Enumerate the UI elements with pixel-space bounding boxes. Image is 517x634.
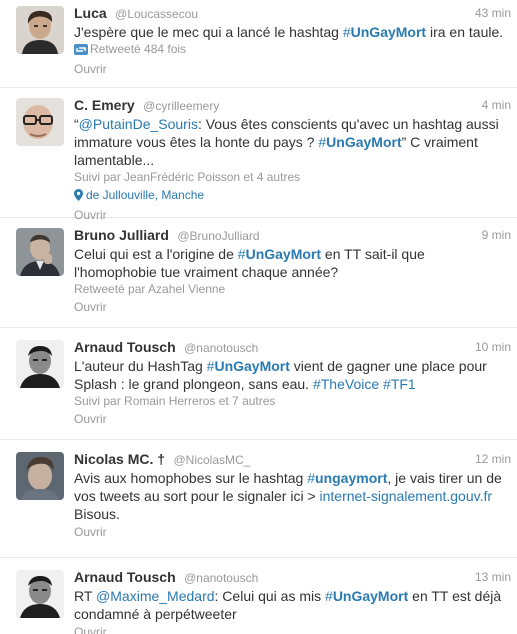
open-tweet-link[interactable]: Ouvrir — [74, 299, 511, 315]
tweet-item[interactable]: Luca @Loucassecou 43 min J'espère que le… — [0, 0, 517, 88]
author-username[interactable]: @Loucassecou — [115, 7, 198, 21]
tweet-text: J'espère que le mec qui a lancé le hasht… — [74, 23, 511, 41]
avatar-image — [16, 570, 64, 618]
text-segment: L'auteur du HashTag — [74, 358, 207, 374]
author-username[interactable]: @NicolasMC_ — [173, 453, 250, 467]
author-username[interactable]: @BrunoJulliard — [177, 229, 259, 243]
hashtag-link[interactable]: UnGayMort — [325, 588, 408, 604]
tweet-timestamp[interactable]: 12 min — [475, 450, 511, 468]
author-fullname[interactable]: Nicolas MC. † — [74, 451, 165, 467]
tweet-text: RT Maxime_Medard: Celui qui as mis UnGay… — [74, 587, 511, 623]
tweet-timestamp[interactable]: 9 min — [482, 226, 511, 244]
text-segment: Celui qui est a l'origine de — [74, 246, 238, 262]
text-segment: Bisous. — [74, 506, 120, 522]
text-segment: RT — [74, 588, 97, 604]
retweet-count: Retweeté 484 fois — [74, 41, 511, 60]
tweet-timestamp[interactable]: 10 min — [475, 338, 511, 356]
text-segment: ira en taule. — [426, 24, 504, 40]
tweet-timestamp[interactable]: 43 min — [475, 4, 511, 22]
retweeted-by[interactable]: Retweeté par Azahel Vienne — [74, 281, 511, 298]
tweet-item[interactable]: Arnaud Tousch @nanotousch 10 min L'auteu… — [0, 328, 517, 440]
tweet-text: Celui qui est a l'origine de UnGayMort e… — [74, 245, 511, 281]
hashtag-link[interactable]: UnGayMort — [318, 134, 401, 150]
tweet-timestamp[interactable]: 13 min — [475, 568, 511, 586]
open-tweet-link[interactable]: Ouvrir — [74, 411, 511, 427]
tweet-text: Avis aux homophobes sur le hashtag ungay… — [74, 469, 511, 523]
avatar[interactable] — [16, 452, 64, 500]
avatar[interactable] — [16, 228, 64, 276]
open-tweet-link[interactable]: Ouvrir — [74, 61, 511, 77]
open-tweet-link[interactable]: Ouvrir — [74, 524, 511, 540]
hashtag-link[interactable]: UnGayMort — [238, 246, 321, 262]
location-pin-icon — [74, 188, 83, 206]
tweet-text: L'auteur du HashTag UnGayMort vient de g… — [74, 357, 511, 393]
avatar[interactable] — [16, 98, 64, 146]
hashtag-link[interactable]: TF1 — [383, 376, 416, 392]
author-fullname[interactable]: C. Emery — [74, 97, 135, 113]
avatar[interactable] — [16, 340, 64, 388]
mention-link[interactable]: PutainDe_Souris — [79, 116, 198, 132]
open-tweet-link[interactable]: Ouvrir — [74, 624, 511, 634]
tweet-text: “PutainDe_Souris: Vous êtes conscients q… — [74, 115, 511, 169]
avatar-image — [16, 452, 64, 500]
external-link[interactable]: internet-signalement.gouv.fr — [320, 488, 493, 504]
followed-by[interactable]: Suivi par JeanFrédéric Poisson et 4 autr… — [74, 169, 511, 186]
retweet-icon — [74, 43, 88, 60]
text-segment: J'espère que le mec qui a lancé le hasht… — [74, 24, 343, 40]
avatar[interactable] — [16, 6, 64, 54]
tweet-item[interactable]: Bruno Julliard @BrunoJulliard 9 min Celu… — [0, 218, 517, 328]
avatar-image — [16, 98, 64, 146]
tweet-item[interactable]: Nicolas MC. † @NicolasMC_ 12 min Avis au… — [0, 440, 517, 558]
author-username[interactable]: @nanotousch — [184, 341, 258, 355]
location-label[interactable]: de Jullouville, Manche — [86, 188, 204, 202]
author-fullname[interactable]: Arnaud Tousch — [74, 569, 176, 585]
author-username[interactable]: @nanotousch — [184, 571, 258, 585]
hashtag-link[interactable]: UnGayMort — [343, 24, 426, 40]
tweet-item[interactable]: Arnaud Tousch @nanotousch 13 min RT Maxi… — [0, 558, 517, 634]
hashtag-link[interactable]: ungaymort — [307, 470, 387, 486]
author-fullname[interactable]: Luca — [74, 5, 107, 21]
avatar-image — [16, 228, 64, 276]
retweet-count-label: Retweeté 484 fois — [90, 42, 187, 56]
tweet-timeline: Luca @Loucassecou 43 min J'espère que le… — [0, 0, 517, 634]
tweet-item[interactable]: C. Emery @cyrilleemery 4 min “PutainDe_S… — [0, 88, 517, 222]
avatar-image — [16, 6, 64, 54]
hashtag-link[interactable]: UnGayMort — [207, 358, 290, 374]
hashtag-link[interactable]: TheVoice — [313, 376, 379, 392]
avatar[interactable] — [16, 570, 64, 618]
mention-link[interactable]: Maxime_Medard — [96, 588, 214, 604]
tweet-timestamp[interactable]: 4 min — [482, 96, 511, 114]
author-fullname[interactable]: Bruno Julliard — [74, 227, 169, 243]
text-segment: : Celui qui as mis — [214, 588, 326, 604]
followed-by[interactable]: Suivi par Romain Herreros et 7 autres — [74, 393, 511, 410]
author-fullname[interactable]: Arnaud Tousch — [74, 339, 176, 355]
author-username[interactable]: @cyrilleemery — [143, 99, 219, 113]
tweet-location[interactable]: de Jullouville, Manche — [74, 186, 511, 206]
avatar-image — [16, 340, 64, 388]
text-segment: Avis aux homophobes sur le hashtag — [74, 470, 308, 486]
